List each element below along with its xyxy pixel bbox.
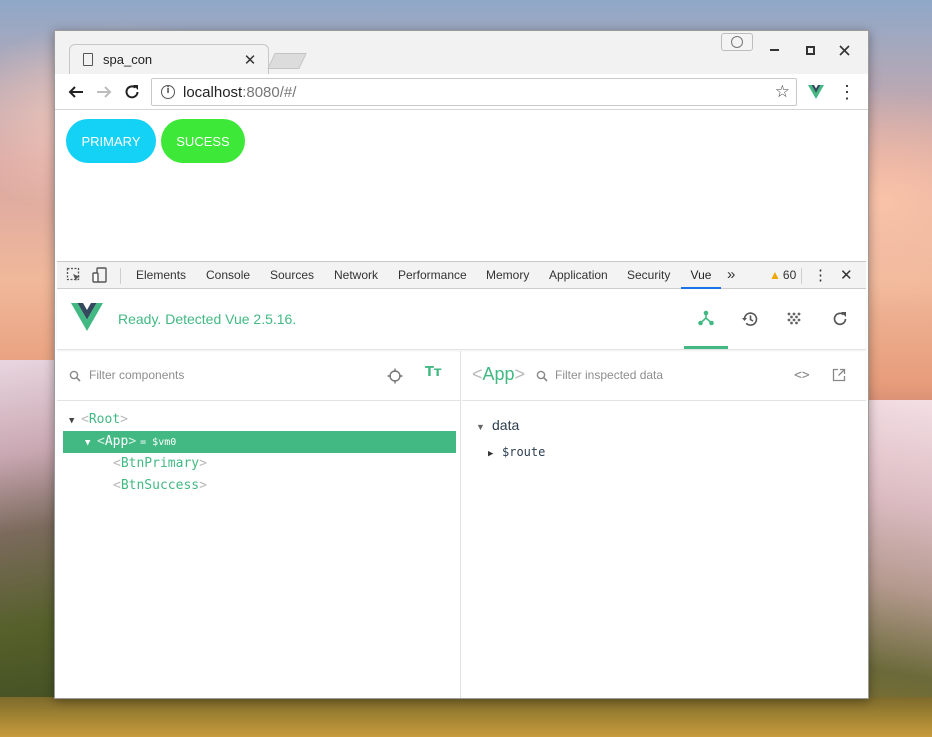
devtools-close-icon[interactable]: ✕ [840, 262, 853, 289]
history-icon [742, 312, 758, 326]
close-window-button[interactable] [831, 39, 857, 61]
browser-tab[interactable]: spa_con ✕ [69, 44, 269, 75]
bookmark-star-icon[interactable]: ☆ [775, 82, 790, 102]
vue-devtools-header: Ready. Detected Vue 2.5.16. [57, 289, 866, 350]
success-button[interactable]: SUCESS [161, 119, 245, 163]
browser-window: spa_con ✕ i localhost :8080/#/ ☆ ⋮ PRIMA… [54, 30, 869, 699]
vm-reference: = $vm0 [140, 437, 177, 448]
wallpaper-bottom [0, 697, 932, 737]
data-section-label: data [492, 417, 520, 433]
events-icon [787, 312, 801, 325]
info-icon[interactable]: i [161, 85, 175, 99]
browser-toolbar: i localhost :8080/#/ ☆ ⋮ [55, 74, 868, 110]
document-icon [83, 53, 93, 66]
tree-node-root[interactable]: ▼ <Root> [69, 409, 128, 431]
maximize-icon [805, 45, 815, 55]
url-path: :8080/#/ [242, 83, 297, 101]
refresh-button[interactable] [818, 289, 862, 349]
vue-logo [71, 303, 103, 331]
vuex-history-button[interactable] [728, 289, 772, 349]
tab-sources[interactable]: Sources [270, 262, 314, 289]
tree-node-label: BtnPrimary [120, 456, 200, 471]
inspected-component-name: <App> [472, 364, 526, 384]
tab-security[interactable]: Security [627, 262, 670, 289]
profile-button[interactable] [721, 33, 753, 51]
tree-node-app[interactable]: ▼ <App> = $vm0 [63, 431, 456, 453]
open-in-editor-icon[interactable] [832, 368, 846, 382]
devtools-menu-icon[interactable]: ⋮ [813, 262, 828, 289]
warnings-counter[interactable]: ▲ 60 [769, 262, 796, 289]
tab-elements[interactable]: Elements [136, 262, 186, 289]
components-filter-bar: Filter components Tт [57, 351, 460, 401]
new-tab-button[interactable] [267, 53, 307, 69]
filter-components-input[interactable]: Filter components [89, 368, 184, 382]
url-host: localhost [183, 83, 243, 101]
tree-node-btnsuccess[interactable]: <BtnSuccess> [113, 475, 207, 497]
tab-console[interactable]: Console [206, 262, 250, 289]
tree-node-label: App [104, 434, 129, 449]
primary-button[interactable]: PRIMARY [66, 119, 156, 163]
more-tabs-icon[interactable]: » [727, 262, 735, 287]
select-component-icon[interactable] [387, 368, 403, 384]
inspected-component-label: App [482, 364, 515, 384]
tree-node-label: BtnSuccess [120, 478, 200, 493]
inspect-element-icon[interactable] [66, 267, 82, 283]
refresh-icon [833, 312, 847, 326]
tab-memory[interactable]: Memory [486, 262, 529, 289]
components-pane: Filter components Tт ▼ <Root> ▼ <App> = $vm… [57, 351, 461, 698]
close-icon [838, 44, 850, 56]
filter-data-input[interactable]: Filter inspected data [555, 368, 663, 382]
devtools-panel: Elements Console Sources Network Perform… [57, 261, 866, 698]
devtools-tabbar: Elements Console Sources Network Perform… [57, 262, 866, 289]
toolbar-separator [801, 268, 802, 284]
tab-network[interactable]: Network [334, 262, 378, 289]
collapse-arrow-icon[interactable]: ▼ [69, 410, 81, 432]
warning-count: 60 [782, 268, 797, 282]
reload-icon [125, 85, 139, 99]
components-tab-button[interactable] [684, 289, 728, 349]
data-route-key: $route [502, 445, 546, 459]
format-names-icon[interactable]: Tт [425, 365, 441, 380]
title-bar: spa_con ✕ [55, 31, 868, 74]
inspector-pane: <App> Filter inspected data <> ▼ data ▶ $r… [462, 351, 866, 698]
tree-node-btnprimary[interactable]: <BtnPrimary> [113, 453, 207, 475]
profile-icon [731, 36, 743, 48]
tab-close-icon[interactable]: ✕ [243, 51, 257, 69]
maximize-button[interactable] [797, 39, 823, 61]
search-icon [536, 370, 548, 382]
events-button[interactable] [772, 289, 816, 349]
search-icon [69, 370, 81, 382]
forward-button[interactable] [92, 80, 116, 104]
browser-menu-icon[interactable]: ⋮ [837, 81, 857, 103]
page-viewport: PRIMARY SUCESS [57, 111, 866, 261]
inspect-dom-icon[interactable]: <> [794, 368, 810, 383]
vue-extension-icon[interactable] [807, 83, 825, 101]
expand-arrow-icon[interactable]: ▶ [488, 449, 502, 459]
tab-application[interactable]: Application [549, 262, 608, 289]
minimize-icon [769, 49, 779, 51]
inspector-filter-bar: <App> Filter inspected data <> [462, 351, 866, 401]
collapse-arrow-icon[interactable]: ▼ [476, 422, 492, 432]
back-arrow-icon [68, 86, 83, 98]
reload-button[interactable] [120, 80, 144, 104]
tab-vue[interactable]: Vue [681, 262, 721, 289]
tab-title: spa_con [103, 52, 153, 67]
address-bar[interactable]: i localhost :8080/#/ ☆ [151, 78, 797, 106]
tab-performance[interactable]: Performance [398, 262, 467, 289]
data-route-row[interactable]: ▶ $route [488, 445, 545, 459]
warning-icon: ▲ [769, 268, 781, 282]
forward-arrow-icon [97, 86, 112, 98]
back-button[interactable] [64, 80, 88, 104]
toolbar-separator [120, 268, 121, 284]
wallpaper-right [862, 400, 932, 737]
vue-status-text: Ready. Detected Vue 2.5.16. [118, 311, 297, 327]
collapse-arrow-icon[interactable]: ▼ [85, 432, 97, 454]
data-section-header[interactable]: ▼ data [476, 417, 519, 433]
components-icon [698, 310, 714, 325]
minimize-button[interactable] [761, 39, 787, 61]
device-toolbar-icon[interactable] [92, 267, 108, 283]
tree-node-label: Root [88, 412, 121, 427]
